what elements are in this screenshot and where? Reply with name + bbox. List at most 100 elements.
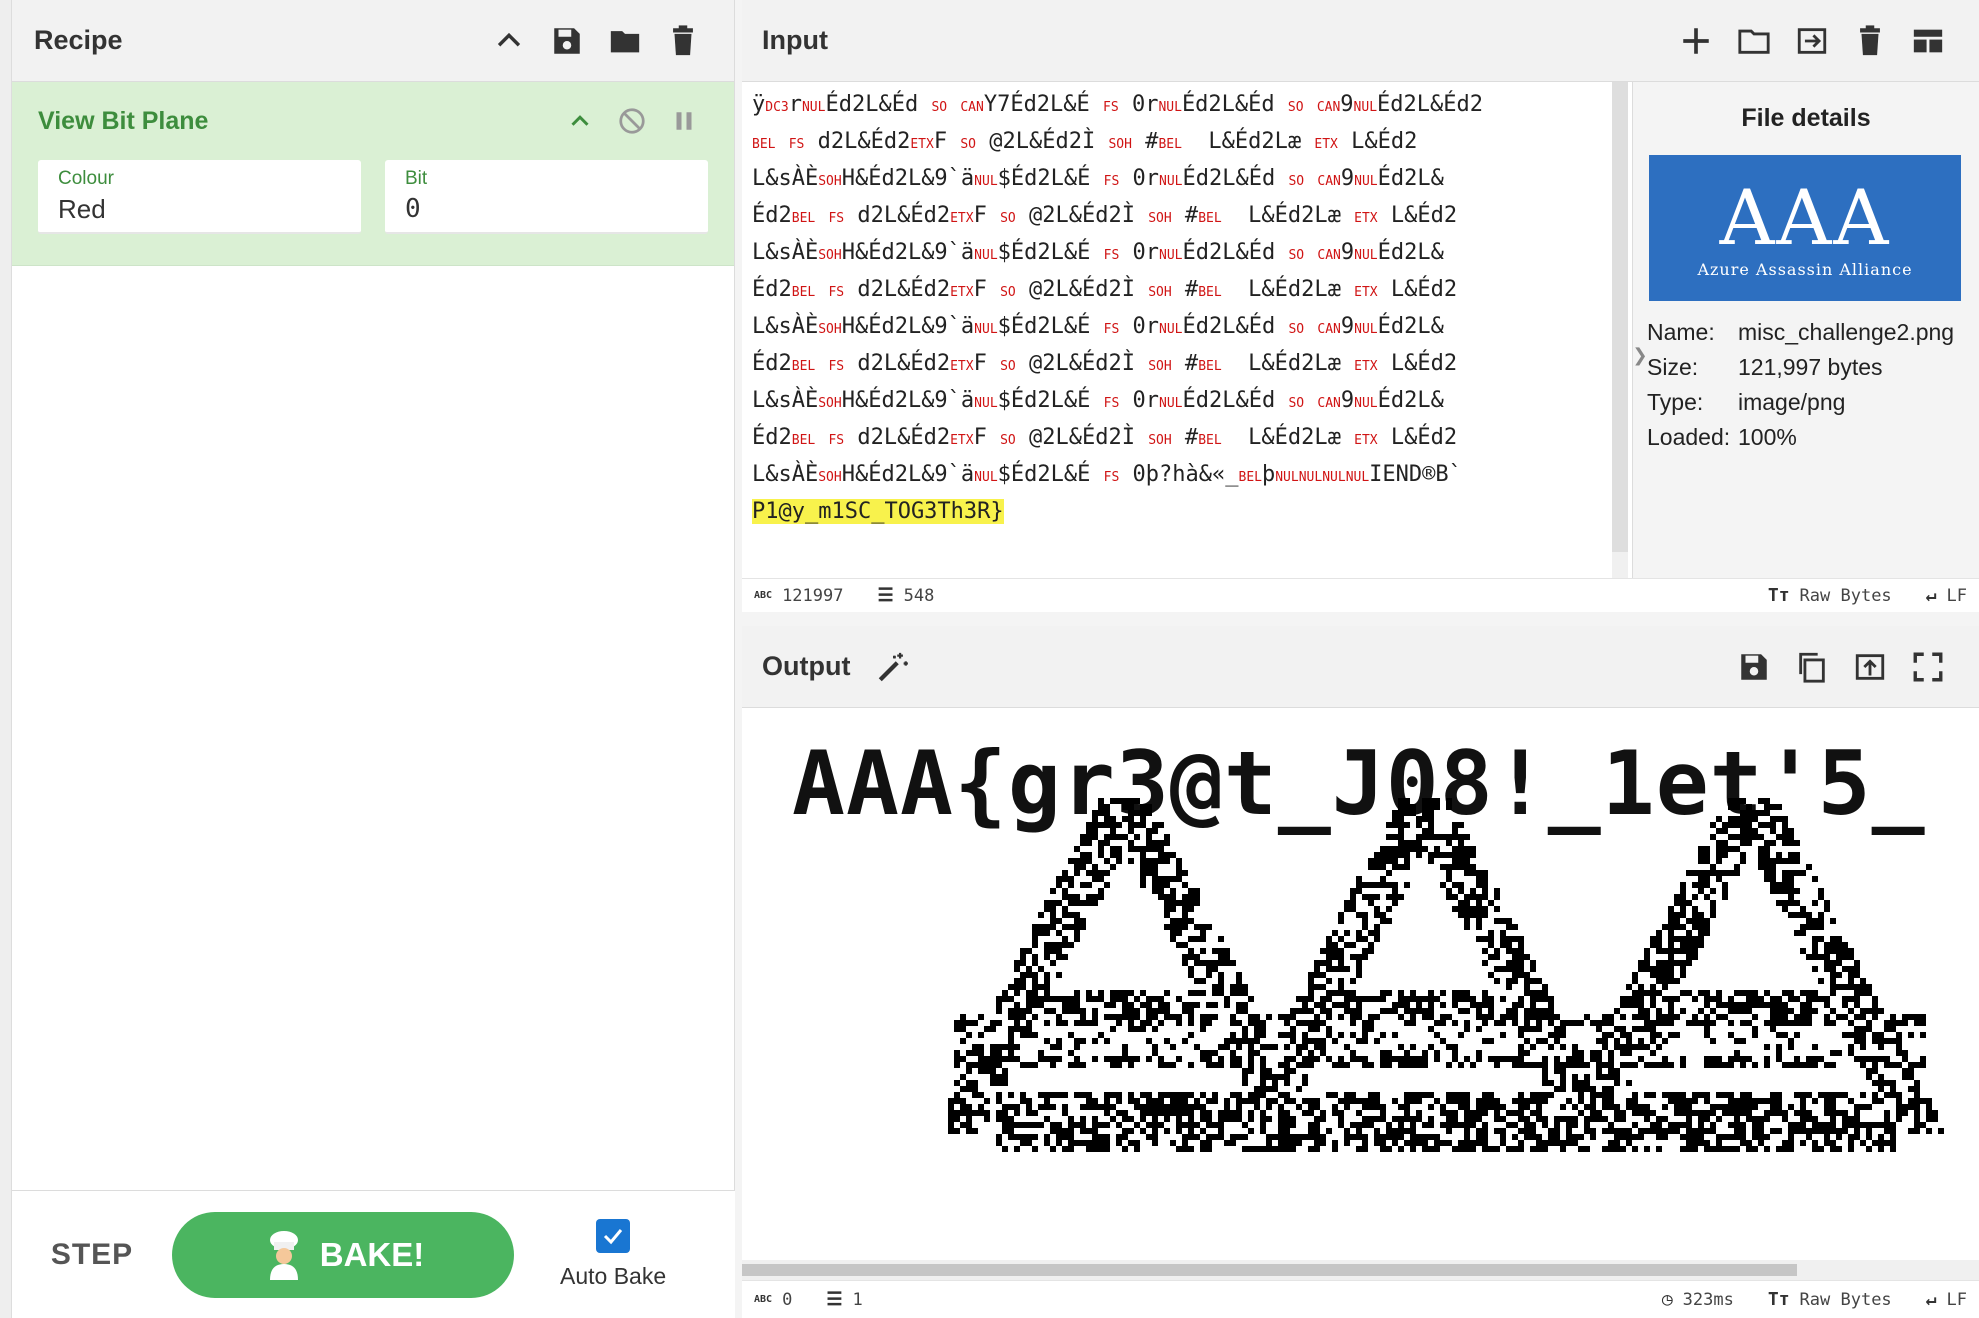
lines-icon: ☰: [826, 1289, 843, 1310]
file-size-key: Size:: [1647, 354, 1699, 380]
fullscreen-icon: [1913, 652, 1943, 681]
reset-layout-button[interactable]: [1899, 12, 1957, 70]
file-loaded-key: Loaded:: [1647, 424, 1731, 450]
file-loaded-value: 100%: [1738, 424, 1797, 450]
output-eol[interactable]: LF: [1947, 1290, 1967, 1310]
disable-icon: [619, 108, 645, 134]
output-header: Output: [742, 626, 1979, 708]
bit-value: 0: [405, 194, 421, 224]
open-file-button[interactable]: [1783, 12, 1841, 70]
collapse-recipe-button[interactable]: [480, 12, 538, 70]
input-length: 121997: [782, 585, 844, 606]
save-output-button[interactable]: [1725, 638, 1783, 696]
input-pane: Input ÿDC3rNULÉd2L&Éd SO CANY7Éd2L&É FS …: [742, 0, 1979, 612]
operation-title: View Bit Plane: [38, 106, 209, 135]
folder-open-icon: [1738, 29, 1770, 54]
pause-icon: [676, 112, 692, 130]
eol-icon[interactable]: ↵: [1926, 1289, 1937, 1310]
bake-bar: STEP BAKE! Auto Bake: [12, 1190, 735, 1318]
input-line: Éd2BEL FS d2L&Éd2ETXF SO @2L&Éd2Ì SOH #B…: [752, 425, 1458, 450]
colour-label: Colour: [58, 168, 114, 189]
thumbnail-caption: Azure Assassin Alliance: [1697, 259, 1913, 279]
output-scrollbar[interactable]: [742, 1260, 1979, 1280]
file-thumbnail: AAA Azure Assassin Alliance: [1649, 155, 1961, 301]
lines-icon: ☰: [877, 585, 894, 606]
clock-icon: ◷: [1661, 1289, 1673, 1310]
eol-icon[interactable]: ↵: [1926, 585, 1937, 606]
add-input-tab-button[interactable]: [1667, 12, 1725, 70]
recipe-pane: Recipe View Bit Plane Colour Red Bit 0 S…: [12, 0, 735, 1318]
operation-view-bit-plane[interactable]: View Bit Plane Colour Red Bit 0: [12, 82, 734, 266]
pane-resize-handle[interactable]: [742, 612, 1979, 626]
colour-select[interactable]: Colour Red: [38, 160, 361, 234]
bit-input[interactable]: Bit 0: [385, 160, 708, 234]
output-pane: Output AAA{gr3@t_J08!_1et'5_ ABC 0 ☰ 1 ◷…: [742, 626, 1979, 1318]
output-length: 0: [782, 1289, 793, 1310]
pause-operation-button[interactable]: [660, 97, 708, 145]
file-type-row: Type: image/png: [1633, 385, 1979, 420]
file-name-value: misc_challenge2.png: [1738, 319, 1955, 345]
text-encoding-icon[interactable]: Tт: [1768, 585, 1790, 606]
recipe-title: Recipe: [34, 25, 123, 55]
input-encoding[interactable]: Raw Bytes: [1800, 586, 1892, 606]
file-loaded-row: Loaded: 100%: [1633, 420, 1979, 455]
file-details-title: File details: [1741, 104, 1871, 132]
clear-input-button[interactable]: [1841, 12, 1899, 70]
length-icon: ABC: [754, 590, 773, 601]
bit-label: Bit: [405, 168, 428, 189]
replace-input-icon: [1855, 653, 1885, 680]
input-line: Éd2BEL FS d2L&Éd2ETXF SO @2L&Éd2Ì SOH #B…: [752, 203, 1458, 228]
input-scrollbar[interactable]: [1612, 82, 1628, 578]
file-type-value: image/png: [1738, 389, 1846, 415]
auto-bake-toggle[interactable]: Auto Bake: [560, 1219, 666, 1290]
input-status-bar: ABC 121997 ☰ 548 Tт Raw Bytes ↵ LF: [742, 578, 1979, 612]
bake-label: BAKE!: [319, 1235, 425, 1273]
copy-icon: [1799, 652, 1825, 683]
file-import-icon: [1797, 27, 1827, 54]
colour-value: Red: [58, 194, 106, 224]
input-title: Input: [762, 25, 828, 55]
input-line: L&sÀÈSOHH&Éd2L&9`äNUL$Éd2L&É FS 0rNULÉd2…: [752, 166, 1444, 191]
open-folder-button[interactable]: [1725, 12, 1783, 70]
load-recipe-button[interactable]: [596, 12, 654, 70]
output-title: Output: [762, 651, 851, 681]
output-time: 323ms: [1682, 1289, 1734, 1310]
copy-output-button[interactable]: [1783, 638, 1841, 696]
input-line: L&sÀÈSOHH&Éd2L&9`äNUL$Éd2L&É FS 0rNULÉd2…: [752, 388, 1444, 413]
input-textarea[interactable]: ÿDC3rNULÉd2L&Éd SO CANY7Éd2L&É FS 0rNULÉ…: [742, 82, 1612, 578]
bitplane-noise-logo: [948, 798, 1944, 1152]
output-encoding[interactable]: Raw Bytes: [1800, 1290, 1892, 1310]
text-encoding-icon[interactable]: Tт: [1768, 1289, 1790, 1310]
length-icon: ABC: [754, 1294, 773, 1305]
plus-icon: [1683, 27, 1709, 54]
input-line: L&sÀÈSOHH&Éd2L&9`äNUL$Éd2L&É FS 0rNULÉd2…: [752, 240, 1444, 265]
step-button[interactable]: STEP: [12, 1238, 172, 1272]
output-status-bar: ABC 0 ☰ 1 ◷ 323ms Tт Raw Bytes ↵ LF: [742, 1280, 1979, 1318]
collapse-file-details-button[interactable]: ❯: [1632, 332, 1647, 378]
input-eol[interactable]: LF: [1947, 586, 1967, 606]
layout-icon: [1913, 29, 1943, 52]
maximise-output-button[interactable]: [1899, 638, 1957, 696]
file-details-panel: ❯ File details AAA Azure Assassin Allian…: [1632, 82, 1979, 578]
checkmark-icon: [604, 1229, 623, 1245]
replace-input-button[interactable]: [1841, 638, 1899, 696]
input-scrollbar-thumb[interactable]: [1612, 82, 1628, 552]
input-line: BEL FS d2L&Éd2ETXF SO @2L&Éd2Ì SOH #BEL …: [752, 129, 1418, 154]
bake-button[interactable]: BAKE!: [172, 1211, 514, 1298]
save-recipe-button[interactable]: [538, 12, 596, 70]
collapse-operation-button[interactable]: [556, 97, 604, 145]
input-line: Éd2BEL FS d2L&Éd2ETXF SO @2L&Éd2Ì SOH #B…: [752, 277, 1458, 302]
thumbnail-logo: AAA: [1719, 172, 1891, 262]
input-line: L&sÀÈSOHH&Éd2L&9`äNUL$Éd2L&É FS 0rNULÉd2…: [752, 314, 1444, 339]
output-scrollbar-thumb[interactable]: [742, 1264, 1797, 1276]
file-size-value: 121,997 bytes: [1738, 354, 1883, 380]
input-line: L&sÀÈSOHH&Éd2L&9`äNUL$Éd2L&É FS 0þ?hà&«_…: [752, 462, 1462, 487]
file-size-row: Size: 121,997 bytes: [1633, 350, 1979, 385]
clear-recipe-button[interactable]: [654, 12, 712, 70]
auto-bake-checkbox[interactable]: [596, 1219, 631, 1253]
file-type-key: Type:: [1647, 389, 1704, 415]
input-line: ÿDC3rNULÉd2L&Éd SO CANY7Éd2L&É FS 0rNULÉ…: [752, 92, 1483, 117]
disable-operation-button[interactable]: [608, 97, 656, 145]
input-header: Input: [742, 0, 1979, 82]
magic-wand-button[interactable]: [864, 638, 922, 696]
